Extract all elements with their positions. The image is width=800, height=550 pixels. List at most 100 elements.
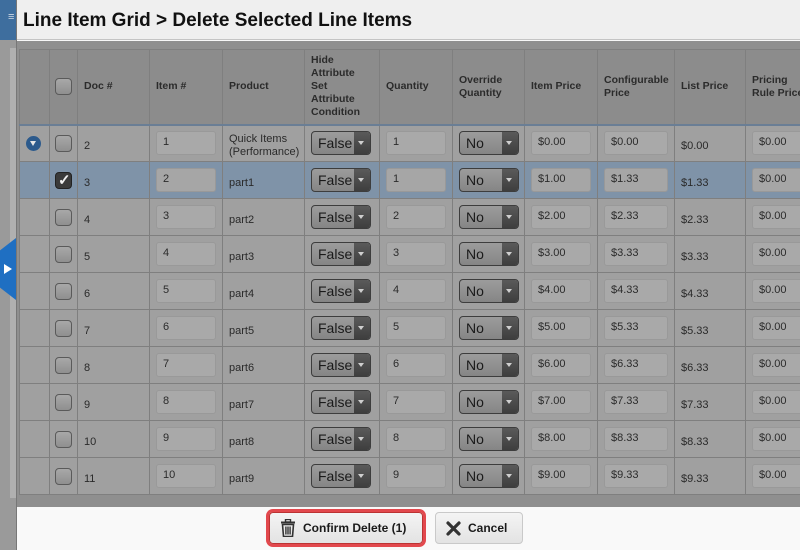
item-price-input[interactable]: $0.00 xyxy=(531,131,591,156)
row-checkbox[interactable] xyxy=(55,356,72,374)
quantity-input[interactable]: 2 xyxy=(386,205,446,229)
pricing-rule-price-input[interactable]: $0.00 xyxy=(752,131,800,156)
item-number-input[interactable]: 5 xyxy=(156,279,216,303)
item-number-input[interactable]: 2 xyxy=(156,168,216,192)
select-all-checkbox[interactable] xyxy=(55,78,72,96)
item-price-input[interactable]: $6.00 xyxy=(531,353,591,377)
column-header-item[interactable]: Item # xyxy=(149,49,223,126)
column-header-doc[interactable]: Doc # xyxy=(77,49,150,126)
hide-attribute-select[interactable]: False xyxy=(311,131,371,156)
override-quantity-select[interactable]: No xyxy=(459,427,519,451)
hide-attribute-select[interactable]: False xyxy=(311,168,371,192)
pricing-rule-price-input[interactable]: $0.00 xyxy=(752,205,800,229)
override-quantity-select[interactable]: No xyxy=(459,279,519,303)
column-header-pricing-rule-price[interactable]: Pricing Rule Price xyxy=(745,49,800,126)
item-number-input[interactable]: 6 xyxy=(156,316,216,340)
item-price-input[interactable]: $7.00 xyxy=(531,390,591,414)
override-quantity-select[interactable]: No xyxy=(459,168,519,192)
pricing-rule-price-input[interactable]: $0.00 xyxy=(752,390,800,414)
pricing-rule-price-input[interactable]: $0.00 xyxy=(752,427,800,451)
row-checkbox[interactable] xyxy=(55,171,72,189)
quantity-input[interactable]: 5 xyxy=(386,316,446,340)
table-row[interactable]: 4 3 part2 False 2 No $2.00 $2.33 $2.33 $0.00 xyxy=(19,198,800,236)
configurable-price-input[interactable]: $8.33 xyxy=(604,427,668,451)
quantity-input[interactable]: 8 xyxy=(386,427,446,451)
hide-attribute-select[interactable]: False xyxy=(311,242,371,266)
override-quantity-select[interactable]: No xyxy=(459,242,519,266)
item-number-input[interactable]: 7 xyxy=(156,353,216,377)
item-number-input[interactable]: 10 xyxy=(156,464,216,488)
row-checkbox[interactable] xyxy=(55,208,72,226)
table-row[interactable]: 2 1 Quick Items (Performance) False 1 No $0.00… xyxy=(19,124,800,162)
configurable-price-input[interactable]: $0.00 xyxy=(604,131,668,156)
hide-attribute-select[interactable]: False xyxy=(311,316,371,340)
quantity-input[interactable]: 1 xyxy=(386,168,446,192)
override-quantity-select[interactable]: No xyxy=(459,353,519,377)
quantity-input[interactable]: 1 xyxy=(386,131,446,156)
pricing-rule-price-input[interactable]: $0.00 xyxy=(752,168,800,192)
row-checkbox[interactable] xyxy=(55,467,72,485)
row-checkbox[interactable] xyxy=(55,430,72,448)
hide-attribute-select[interactable]: False xyxy=(311,279,371,303)
row-checkbox[interactable] xyxy=(55,282,72,300)
override-quantity-select[interactable]: No xyxy=(459,316,519,340)
configurable-price-input[interactable]: $1.33 xyxy=(604,168,668,192)
column-header-item-price[interactable]: Item Price xyxy=(524,49,598,126)
table-row[interactable]: 10 9 part8 False 8 No $8.00 $8.33 $8.33 $0.00 xyxy=(19,420,800,458)
row-checkbox[interactable] xyxy=(55,245,72,263)
item-price-input[interactable]: $1.00 xyxy=(531,168,591,192)
override-quantity-select[interactable]: No xyxy=(459,390,519,414)
table-row[interactable]: 5 4 part3 False 3 No $3.00 $3.33 $3.33 $0.00 xyxy=(19,235,800,273)
table-row[interactable]: 11 10 part9 False 9 No $9.00 $9.33 $9.33 $0.00 xyxy=(19,457,800,495)
item-number-input[interactable]: 9 xyxy=(156,427,216,451)
row-checkbox[interactable] xyxy=(55,319,72,337)
row-checkbox[interactable] xyxy=(55,393,72,411)
column-header-configurable-price[interactable]: Configurable Price xyxy=(597,49,675,126)
item-price-input[interactable]: $5.00 xyxy=(531,316,591,340)
configurable-price-input[interactable]: $3.33 xyxy=(604,242,668,266)
item-price-input[interactable]: $9.00 xyxy=(531,464,591,488)
column-header-hide-attribute[interactable]: Hide Attribute Set Attribute Condition xyxy=(304,49,380,126)
quantity-input[interactable]: 6 xyxy=(386,353,446,377)
hide-attribute-select[interactable]: False xyxy=(311,205,371,229)
hide-attribute-select[interactable]: False xyxy=(311,353,371,377)
table-row[interactable]: 7 6 part5 False 5 No $5.00 $5.33 $5.33 $0.00 xyxy=(19,309,800,347)
pricing-rule-price-input[interactable]: $0.00 xyxy=(752,242,800,266)
row-checkbox[interactable] xyxy=(55,134,72,152)
quantity-input[interactable]: 7 xyxy=(386,390,446,414)
item-price-input[interactable]: $4.00 xyxy=(531,279,591,303)
configurable-price-input[interactable]: $2.33 xyxy=(604,205,668,229)
configurable-price-input[interactable]: $7.33 xyxy=(604,390,668,414)
item-number-input[interactable]: 4 xyxy=(156,242,216,266)
pricing-rule-price-input[interactable]: $0.00 xyxy=(752,464,800,488)
configurable-price-input[interactable]: $4.33 xyxy=(604,279,668,303)
quantity-input[interactable]: 9 xyxy=(386,464,446,488)
pricing-rule-price-input[interactable]: $0.00 xyxy=(752,316,800,340)
table-row[interactable]: 6 5 part4 False 4 No $4.00 $4.33 $4.33 $0.00 xyxy=(19,272,800,310)
confirm-delete-button[interactable]: Confirm Delete (1) xyxy=(269,512,423,544)
item-number-input[interactable]: 8 xyxy=(156,390,216,414)
configurable-price-input[interactable]: $5.33 xyxy=(604,316,668,340)
expand-row-icon[interactable] xyxy=(26,135,41,151)
quantity-input[interactable]: 3 xyxy=(386,242,446,266)
column-header-list-price[interactable]: List Price xyxy=(674,49,746,126)
table-row[interactable]: 3 2 part1 False 1 No $1.00 $1.33 $1.33 $0.00 xyxy=(19,161,800,199)
configurable-price-input[interactable]: $9.33 xyxy=(604,464,668,488)
item-price-input[interactable]: $8.00 xyxy=(531,427,591,451)
item-number-input[interactable]: 1 xyxy=(156,131,216,156)
table-row[interactable]: 8 7 part6 False 6 No $6.00 $6.33 $6.33 $0.00 xyxy=(19,346,800,384)
item-price-input[interactable]: $3.00 xyxy=(531,242,591,266)
quantity-input[interactable]: 4 xyxy=(386,279,446,303)
column-header-quantity[interactable]: Quantity xyxy=(379,49,453,126)
pricing-rule-price-input[interactable]: $0.00 xyxy=(752,353,800,377)
override-quantity-select[interactable]: No xyxy=(459,464,519,488)
item-number-input[interactable]: 3 xyxy=(156,205,216,229)
hide-attribute-select[interactable]: False xyxy=(311,390,371,414)
column-header-override-quantity[interactable]: Override Quantity xyxy=(452,49,525,126)
cancel-button[interactable]: Cancel xyxy=(435,512,523,544)
column-header-product[interactable]: Product xyxy=(222,49,305,126)
hide-attribute-select[interactable]: False xyxy=(311,464,371,488)
configurable-price-input[interactable]: $6.33 xyxy=(604,353,668,377)
override-quantity-select[interactable]: No xyxy=(459,205,519,229)
hide-attribute-select[interactable]: False xyxy=(311,427,371,451)
